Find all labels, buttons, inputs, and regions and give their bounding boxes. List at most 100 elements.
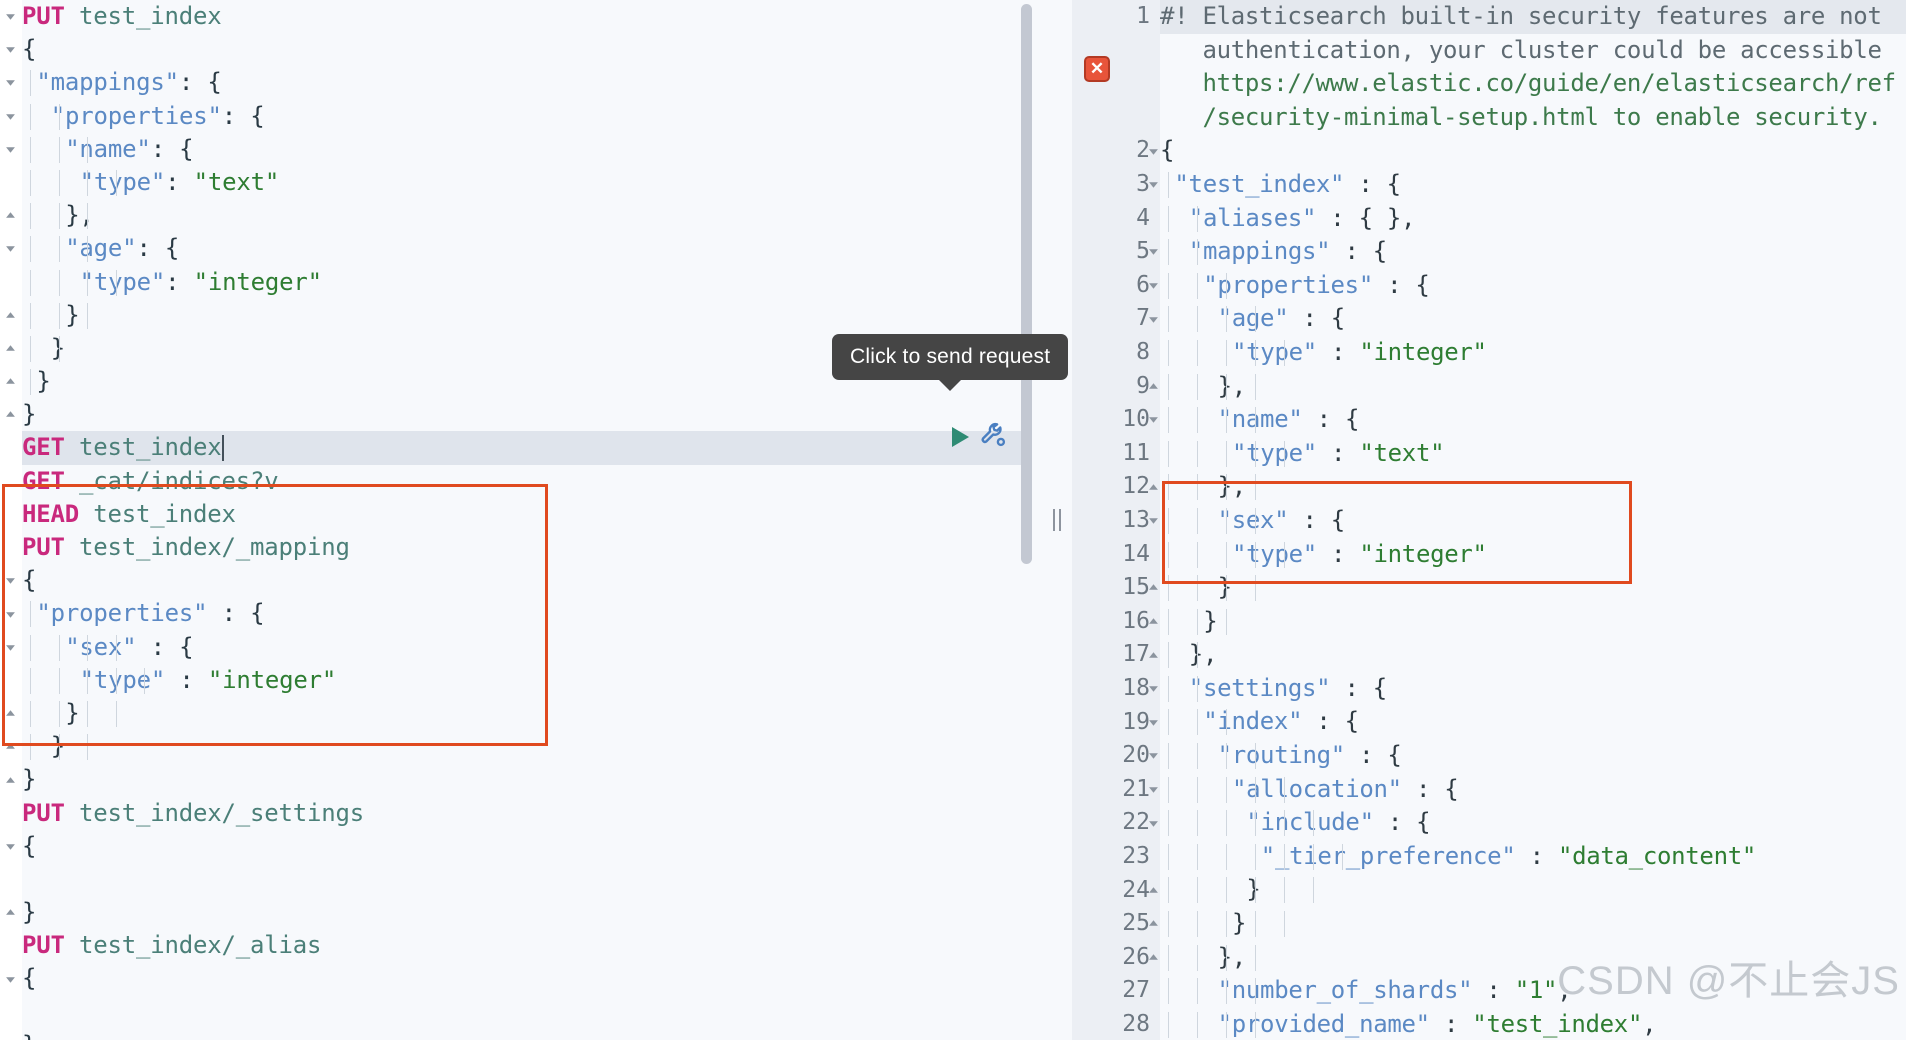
fold-toggle-up-icon[interactable]: [2, 365, 18, 398]
fold-toggle-up-icon[interactable]: [1146, 941, 1160, 975]
code-line[interactable]: }: [22, 763, 1022, 796]
fold-toggle-up-icon[interactable]: [1146, 470, 1160, 504]
fold-toggle-up-icon[interactable]: [1146, 605, 1160, 639]
code-line[interactable]: }: [22, 398, 1022, 431]
fold-toggle-down-icon[interactable]: [2, 232, 18, 265]
fold-toggle-down-icon[interactable]: [2, 830, 18, 863]
code-line[interactable]: {: [22, 830, 1022, 863]
code-line[interactable]: "type": "integer": [22, 266, 1022, 299]
pane-splitter[interactable]: [1042, 0, 1072, 1040]
request-url: test_index/_mapping: [79, 533, 350, 561]
http-method: HEAD: [22, 499, 79, 528]
code-line[interactable]: }: [22, 299, 1022, 332]
fold-toggle-down-icon[interactable]: [2, 33, 18, 66]
fold-toggle-up-icon[interactable]: [2, 896, 18, 929]
send-request-play-icon[interactable]: [952, 427, 969, 447]
request-line[interactable]: PUT test_index/_settings: [22, 797, 1022, 830]
code-line[interactable]: }: [22, 896, 1022, 929]
fold-toggle-down-icon[interactable]: [1146, 706, 1160, 740]
request-line[interactable]: PUT test_index/_mapping: [22, 531, 1022, 564]
fold-toggle-down-icon[interactable]: [1146, 739, 1160, 773]
code-line[interactable]: {: [22, 962, 1022, 995]
request-line[interactable]: HEAD test_index: [22, 498, 1022, 531]
code-line[interactable]: "age": {: [22, 232, 1022, 265]
request-line[interactable]: GET _cat/indices?v: [22, 465, 1022, 498]
code-line[interactable]: "properties" : {: [22, 597, 1022, 630]
fold-toggle-down-icon[interactable]: [2, 631, 18, 664]
code-line[interactable]: }: [22, 730, 1022, 763]
line-number: 26: [1122, 943, 1150, 970]
code-line[interactable]: "mappings": {: [22, 66, 1022, 99]
line-number: 25: [1122, 910, 1150, 937]
fold-toggle-up-icon[interactable]: [2, 299, 18, 332]
error-x-icon[interactable]: ✕: [1084, 56, 1110, 82]
left-editor-scrollbar[interactable]: [1021, 4, 1032, 564]
code-line[interactable]: },: [22, 199, 1022, 232]
code-line: "age" : {: [1160, 302, 1906, 336]
line-number: 13: [1122, 507, 1150, 533]
fold-toggle-up-icon[interactable]: [1146, 370, 1160, 404]
code-line[interactable]: }: [22, 697, 1022, 730]
fold-toggle-down-icon[interactable]: [2, 133, 18, 166]
fold-toggle-down-icon[interactable]: [1146, 773, 1160, 807]
fold-toggle-up-icon[interactable]: [1146, 638, 1160, 672]
line-number: 24: [1122, 876, 1150, 903]
http-method: GET: [22, 466, 65, 495]
fold-toggle-down-icon[interactable]: [1146, 403, 1160, 437]
fold-toggle-up-icon[interactable]: [1146, 907, 1160, 941]
code-line: }: [1160, 571, 1906, 605]
request-url: test_index: [79, 2, 222, 30]
code-line[interactable]: {: [22, 564, 1022, 597]
request-line[interactable]: PUT test_index/_alias: [22, 929, 1022, 962]
code-line[interactable]: "name": {: [22, 133, 1022, 166]
fold-toggle-down-icon[interactable]: [2, 0, 18, 33]
code-line[interactable]: "sex" : {: [22, 631, 1022, 664]
code-line: "settings" : {: [1160, 672, 1906, 706]
code-line: "type" : "text": [1160, 437, 1906, 471]
fold-toggle-up-icon[interactable]: [2, 199, 18, 232]
fold-toggle-down-icon[interactable]: [1146, 168, 1160, 202]
fold-toggle-down-icon[interactable]: [2, 564, 18, 597]
fold-toggle-down-icon[interactable]: [1146, 504, 1160, 538]
request-editor-pane[interactable]: PUT test_index{"mappings": {"properties"…: [0, 0, 1042, 1040]
fold-toggle-down-icon[interactable]: [1146, 134, 1160, 168]
fold-toggle-down-icon[interactable]: [2, 963, 18, 996]
request-action-icons[interactable]: [952, 420, 1009, 454]
fold-toggle-down-icon[interactable]: [1146, 269, 1160, 303]
code-line: "type" : "integer": [1160, 538, 1906, 572]
fold-toggle-up-icon[interactable]: [2, 697, 18, 730]
splitter-grip-icon[interactable]: [1053, 509, 1061, 531]
fold-toggle-down-icon[interactable]: [1146, 806, 1160, 840]
code-line[interactable]: [22, 863, 1022, 896]
code-line: },: [1160, 941, 1906, 975]
fold-toggle-down-icon[interactable]: [2, 66, 18, 99]
fold-toggle-down-icon[interactable]: [1146, 302, 1160, 336]
code-line[interactable]: "type" : "integer": [22, 664, 1022, 697]
fold-toggle-down-icon[interactable]: [1146, 235, 1160, 269]
code-line[interactable]: }: [22, 1029, 1022, 1040]
fold-toggle-up-icon[interactable]: [2, 1029, 18, 1040]
fold-toggle-up-icon[interactable]: [1146, 874, 1160, 908]
fold-toggle-up-icon[interactable]: [1146, 571, 1160, 605]
response-viewer-pane[interactable]: 1 2 3 4 5 6 7 8 9 10 11 12 13 14 15 16 17 18 19 20 21 22 23 24 2…: [1072, 0, 1906, 1040]
code-line: "_tier_preference" : "data_content": [1160, 840, 1906, 874]
request-line[interactable]: GET test_index: [22, 431, 1022, 465]
fold-toggle-up-icon[interactable]: [2, 764, 18, 797]
fold-toggle-up-icon[interactable]: [2, 398, 18, 431]
line-number: 4: [1136, 204, 1150, 231]
fold-toggle-up-icon[interactable]: [2, 730, 18, 763]
wrench-icon[interactable]: [979, 420, 1009, 454]
code-line[interactable]: "properties": {: [22, 100, 1022, 133]
line-number: 22: [1122, 809, 1150, 836]
fold-toggle-down-icon[interactable]: [2, 598, 18, 631]
code-line: "index" : {: [1160, 705, 1906, 739]
right-editor-gutter[interactable]: 1 2 3 4 5 6 7 8 9 10 11 12 13 14 15 16 17 18 19 20 21 22 23 24 2…: [1072, 0, 1160, 1040]
request-line[interactable]: PUT test_index: [22, 0, 1022, 33]
fold-toggle-down-icon[interactable]: [2, 100, 18, 133]
fold-toggle-down-icon[interactable]: [1146, 672, 1160, 706]
left-editor-code[interactable]: PUT test_index{"mappings": {"properties"…: [22, 0, 1022, 1040]
code-line[interactable]: "type": "text": [22, 166, 1022, 199]
fold-toggle-up-icon[interactable]: [2, 332, 18, 365]
code-line[interactable]: {: [22, 33, 1022, 66]
code-line[interactable]: [22, 996, 1022, 1029]
